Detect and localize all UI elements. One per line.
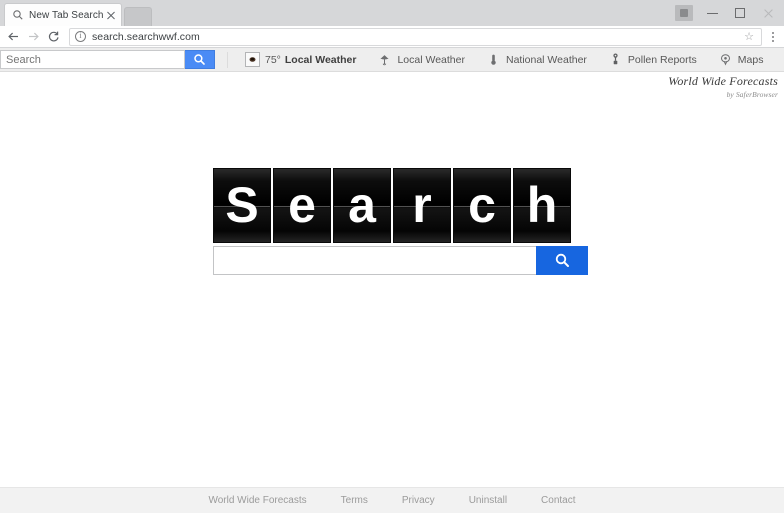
weather-icon [245,52,260,67]
cloud-icon [378,53,391,66]
main-search-input[interactable] [213,246,536,275]
logo-tile: r [393,168,451,243]
footer-link-terms[interactable]: Terms [341,495,368,506]
tab-strip: New Tab Search [0,0,784,26]
logo-letter: a [334,169,390,242]
toolbar-item-label: Local Weather [397,54,465,66]
logo-letter: r [394,169,450,242]
brand-title: World Wide Forecasts [668,74,778,89]
back-arrow-icon[interactable] [3,27,23,47]
bookmark-star-icon[interactable]: ☆ [744,30,756,43]
site-logo: S e a r c h [213,168,573,243]
logo-tile: a [333,168,391,243]
search-icon [193,53,206,66]
footer: World Wide Forecasts Terms Privacy Unins… [0,487,784,513]
pollen-icon [609,53,622,66]
temperature-label: Local Weather [285,54,357,66]
footer-link-world-wide-forecasts[interactable]: World Wide Forecasts [208,495,306,506]
logo-letter: e [274,169,330,242]
browser-window: New Tab Search [0,0,784,513]
logo-letter: c [454,169,510,242]
logo-letter: S [214,169,270,242]
address-bar[interactable]: search.searchwwf.com ☆ [69,28,762,46]
toolbar-item-label: Pollen Reports [628,54,697,66]
toolbar-divider [227,52,228,68]
footer-link-privacy[interactable]: Privacy [402,495,435,506]
search-icon [12,9,24,21]
logo-tile: c [453,168,511,243]
chrome-menu-icon[interactable] [764,27,782,47]
toolbar-item-local-weather[interactable]: Local Weather [367,48,476,72]
search-icon [554,252,571,269]
reload-icon[interactable] [43,27,63,47]
logo-tile: e [273,168,331,243]
logo-letter: h [514,169,570,242]
window-maximize-button[interactable] [726,1,754,25]
search-input[interactable] [0,50,185,69]
toolbar-item-maps[interactable]: Maps [708,48,775,72]
extension-search-group [0,50,215,69]
logo-tile: h [513,168,571,243]
temperature-value: 75° [265,54,281,66]
search-button[interactable] [185,50,215,69]
toolbar-item-label: Maps [738,54,764,66]
forward-arrow-icon [23,27,43,47]
brand-subtitle: by SaferBrowser [668,90,778,99]
toolbar-item-national-weather[interactable]: National Weather [476,48,598,72]
window-minimize-button[interactable] [698,1,726,25]
map-pin-icon [719,53,732,66]
extension-badge-icon[interactable] [670,1,698,25]
info-circle-icon[interactable] [75,31,86,42]
main-search-button[interactable] [536,246,588,275]
logo-tiles: S e a r c h [213,168,573,243]
brand-wordmark: World Wide Forecasts by SaferBrowser [668,74,778,99]
extension-toolbar: 75° Local Weather Local Weather National [0,48,784,72]
main-search-bar [213,246,588,275]
toolbar-item-temperature[interactable]: 75° Local Weather [234,48,367,72]
footer-link-contact[interactable]: Contact [541,495,575,506]
tab-new-tab-search[interactable]: New Tab Search [4,3,122,26]
logo-tile: S [213,168,271,243]
toolbar-item-pollen-reports[interactable]: Pollen Reports [598,48,708,72]
window-controls [670,0,782,26]
thermometer-icon [487,53,500,66]
address-bar-url: search.searchwwf.com [92,31,200,43]
window-close-button[interactable] [754,1,782,25]
tab-title: New Tab Search [29,10,105,21]
browser-toolbar: search.searchwwf.com ☆ [0,26,784,48]
close-icon[interactable] [105,9,117,21]
new-tab-button[interactable] [124,7,152,26]
toolbar-item-label: National Weather [506,54,587,66]
footer-link-uninstall[interactable]: Uninstall [469,495,507,506]
